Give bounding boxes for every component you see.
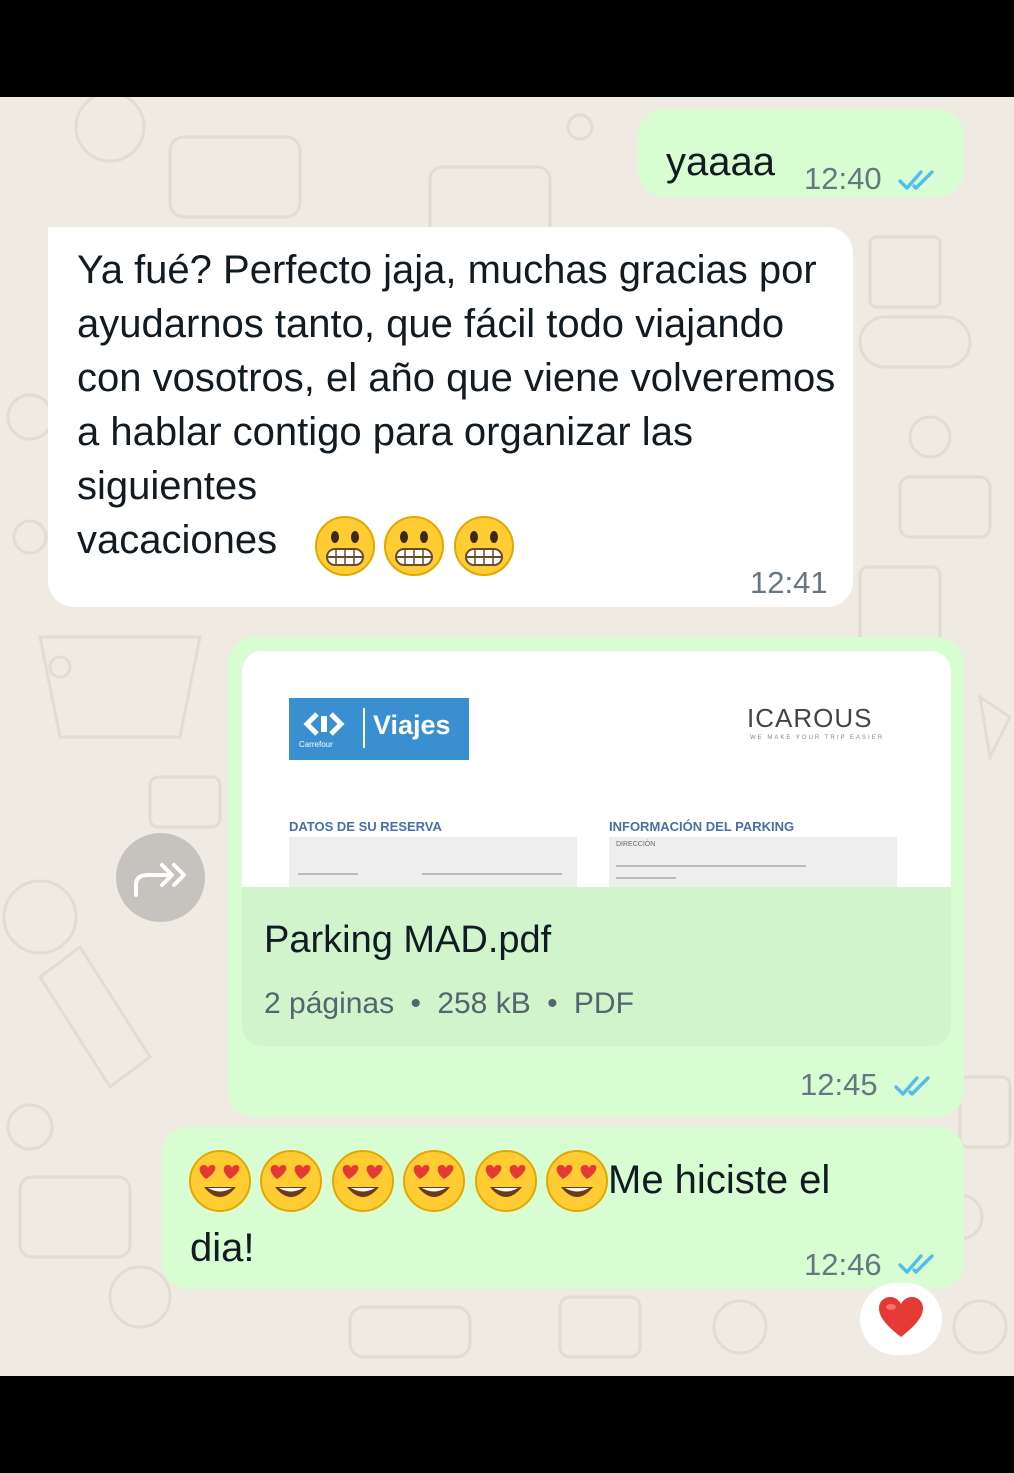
doc-line — [422, 873, 562, 875]
carrefour-logo-icon — [303, 712, 345, 736]
message-bubble-document[interactable]: Viajes Carrefour ICAROUS WE MAKE YOUR TR… — [228, 637, 964, 1117]
red-heart-icon — [879, 1297, 923, 1337]
chat-area[interactable]: yaaaa 12:40 Ya fué? Perfecto jaja, mucha… — [0, 97, 1014, 1376]
icarous-tagline: WE MAKE YOUR TRIP EASIER — [750, 735, 885, 741]
message-bubble-outgoing[interactable]: yaaaa 12:40 — [638, 109, 964, 197]
doc-line — [298, 873, 358, 875]
read-ticks-icon — [898, 170, 934, 190]
message-text: Me hiciste el — [608, 1158, 831, 1202]
read-ticks-icon — [894, 1076, 930, 1096]
grimacing-face-icon — [315, 516, 375, 576]
doc-label-direccion: DIRECCIÓN — [616, 841, 656, 848]
heart-eyes-face-icon — [403, 1150, 466, 1212]
heart-eyes-face-icon — [331, 1150, 394, 1212]
emoji-row — [314, 515, 518, 577]
forward-button[interactable] — [116, 833, 205, 922]
grimacing-face-icon — [384, 516, 445, 576]
document-file-name: Parking MAD.pdf — [264, 919, 552, 961]
read-ticks-icon — [898, 1254, 934, 1274]
meta-dot: • — [547, 987, 558, 1020]
forward-arrow-icon — [134, 863, 186, 897]
doc-line — [616, 865, 806, 867]
heart-eyes-face-icon — [189, 1150, 251, 1212]
message-time: 12:46 — [804, 1247, 882, 1282]
heart-eyes-face-icon — [474, 1150, 537, 1212]
message-bubble-outgoing[interactable]: Me hiciste el dia! 12:46 — [162, 1127, 964, 1289]
top-black-bar — [0, 0, 1014, 97]
carrefour-viajes-logo: Viajes Carrefour — [289, 698, 469, 760]
logo-subtext: Carrefour — [299, 740, 333, 749]
doc-table-left — [289, 837, 577, 887]
document-type: PDF — [573, 987, 634, 1020]
logo-text: Viajes — [373, 710, 451, 740]
logo-separator — [363, 708, 365, 748]
message-bubble-incoming[interactable]: Ya fué? Perfecto jaja, muchas gracias po… — [48, 227, 853, 607]
message-time: 12:40 — [804, 161, 882, 196]
document-pages: 2 páginas — [264, 987, 395, 1020]
message-time: 12:45 — [800, 1067, 878, 1102]
heart-eyes-face-icon — [546, 1150, 609, 1212]
icarous-logo: ICAROUS — [747, 703, 873, 733]
emoji-row — [188, 1149, 612, 1213]
document-card[interactable]: Viajes Carrefour ICAROUS WE MAKE YOUR TR… — [242, 651, 951, 1046]
message-time: 12:41 — [750, 565, 828, 600]
grimacing-face-icon — [453, 516, 514, 576]
reaction-badge[interactable] — [860, 1283, 942, 1355]
doc-heading-right: INFORMACIÓN DEL PARKING — [609, 819, 795, 834]
meta-dot: • — [410, 987, 421, 1020]
doc-heading-left: DATOS DE SU RESERVA — [289, 819, 442, 834]
bottom-black-bar — [0, 1376, 1014, 1473]
doc-line — [616, 877, 676, 879]
message-text: Ya fué? Perfecto jaja, muchas gracias po… — [77, 248, 836, 508]
message-text: yaaaa — [666, 140, 775, 184]
document-size: 258 kB — [437, 987, 531, 1020]
heart-eyes-face-icon — [260, 1150, 323, 1212]
document-meta: 2 páginas • 258 kB • PDF — [264, 987, 634, 1021]
document-preview: Viajes Carrefour ICAROUS WE MAKE YOUR TR… — [242, 651, 951, 887]
message-text-line2: dia! — [190, 1226, 255, 1270]
